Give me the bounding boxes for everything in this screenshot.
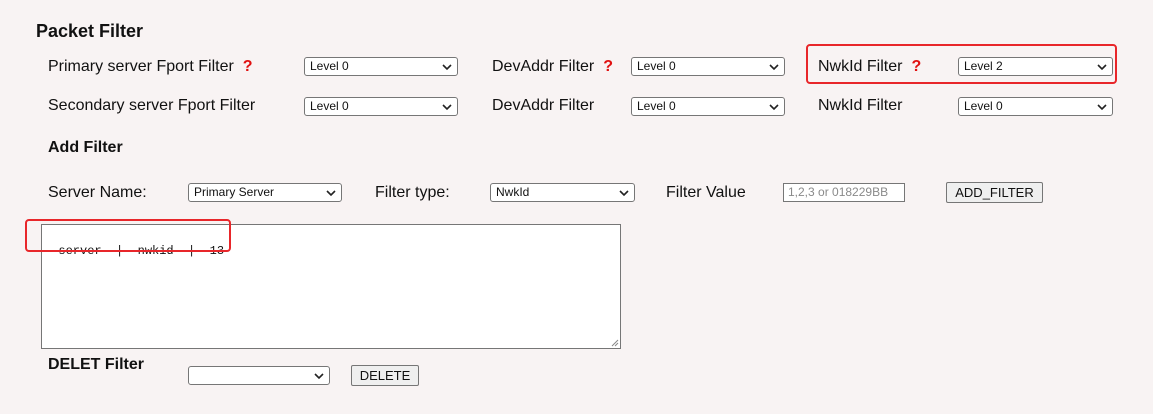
secondary-fport-filter-value: Level 0 xyxy=(310,99,349,113)
nwkid-filter-label: NwkId Filter? xyxy=(818,57,921,77)
filter-list-text: server | nwkid | 13 xyxy=(58,244,225,258)
secondary-nwkid-filter-label: NwkId Filter xyxy=(818,97,903,114)
chevron-down-icon xyxy=(769,64,779,71)
filter-type-value: NwkId xyxy=(496,185,530,199)
help-icon[interactable]: ? xyxy=(603,58,613,75)
server-name-select[interactable]: Primary Server xyxy=(188,183,342,202)
delete-button[interactable]: DELETE xyxy=(351,365,419,386)
secondary-devaddr-filter-select[interactable]: Level 0 xyxy=(631,97,785,116)
secondary-fport-filter-label: Secondary server Fport Filter xyxy=(48,97,256,114)
chevron-down-icon xyxy=(442,64,452,71)
help-icon[interactable]: ? xyxy=(243,58,253,75)
delete-filter-select[interactable] xyxy=(188,366,330,385)
devaddr-filter-label: DevAddr Filter? xyxy=(492,57,613,77)
delete-filter-heading: DELET Filter xyxy=(48,356,145,373)
chevron-down-icon xyxy=(1097,64,1107,71)
primary-fport-filter-label-text: Primary server Fport Filter xyxy=(48,58,234,75)
devaddr-filter-select[interactable]: Level 0 xyxy=(631,57,785,76)
add-filter-heading: Add Filter xyxy=(48,139,123,156)
primary-fport-filter-value: Level 0 xyxy=(310,59,349,73)
server-name-value: Primary Server xyxy=(194,185,275,199)
nwkid-filter-value: Level 2 xyxy=(964,59,1003,73)
nwkid-filter-label-text: NwkId Filter xyxy=(818,58,903,75)
primary-fport-filter-label: Primary server Fport Filter? xyxy=(48,57,253,77)
filter-value-label: Filter Value xyxy=(666,184,746,201)
chevron-down-icon xyxy=(1097,104,1107,111)
resize-handle-icon[interactable] xyxy=(610,338,619,347)
filter-value-input[interactable]: 1,2,3 or 018229BB xyxy=(783,183,905,202)
chevron-down-icon xyxy=(314,373,324,380)
filter-type-select[interactable]: NwkId xyxy=(490,183,635,202)
chevron-down-icon xyxy=(326,190,336,197)
secondary-devaddr-filter-label: DevAddr Filter xyxy=(492,97,595,114)
filter-type-label: Filter type: xyxy=(375,184,450,201)
secondary-fport-filter-select[interactable]: Level 0 xyxy=(304,97,458,116)
nwkid-filter-select[interactable]: Level 2 xyxy=(958,57,1113,76)
devaddr-filter-label-text: DevAddr Filter xyxy=(492,58,595,75)
secondary-nwkid-filter-select[interactable]: Level 0 xyxy=(958,97,1113,116)
secondary-devaddr-filter-value: Level 0 xyxy=(637,99,676,113)
devaddr-filter-value: Level 0 xyxy=(637,59,676,73)
primary-fport-filter-select[interactable]: Level 0 xyxy=(304,57,458,76)
add-filter-button[interactable]: ADD_FILTER xyxy=(946,182,1043,203)
secondary-nwkid-filter-value: Level 0 xyxy=(964,99,1003,113)
help-icon[interactable]: ? xyxy=(911,58,921,75)
server-name-label: Server Name: xyxy=(48,184,147,201)
page-title: Packet Filter xyxy=(36,21,144,41)
filter-list-textarea[interactable]: server | nwkid | 13 xyxy=(41,224,621,349)
chevron-down-icon xyxy=(442,104,452,111)
chevron-down-icon xyxy=(769,104,779,111)
chevron-down-icon xyxy=(619,190,629,197)
